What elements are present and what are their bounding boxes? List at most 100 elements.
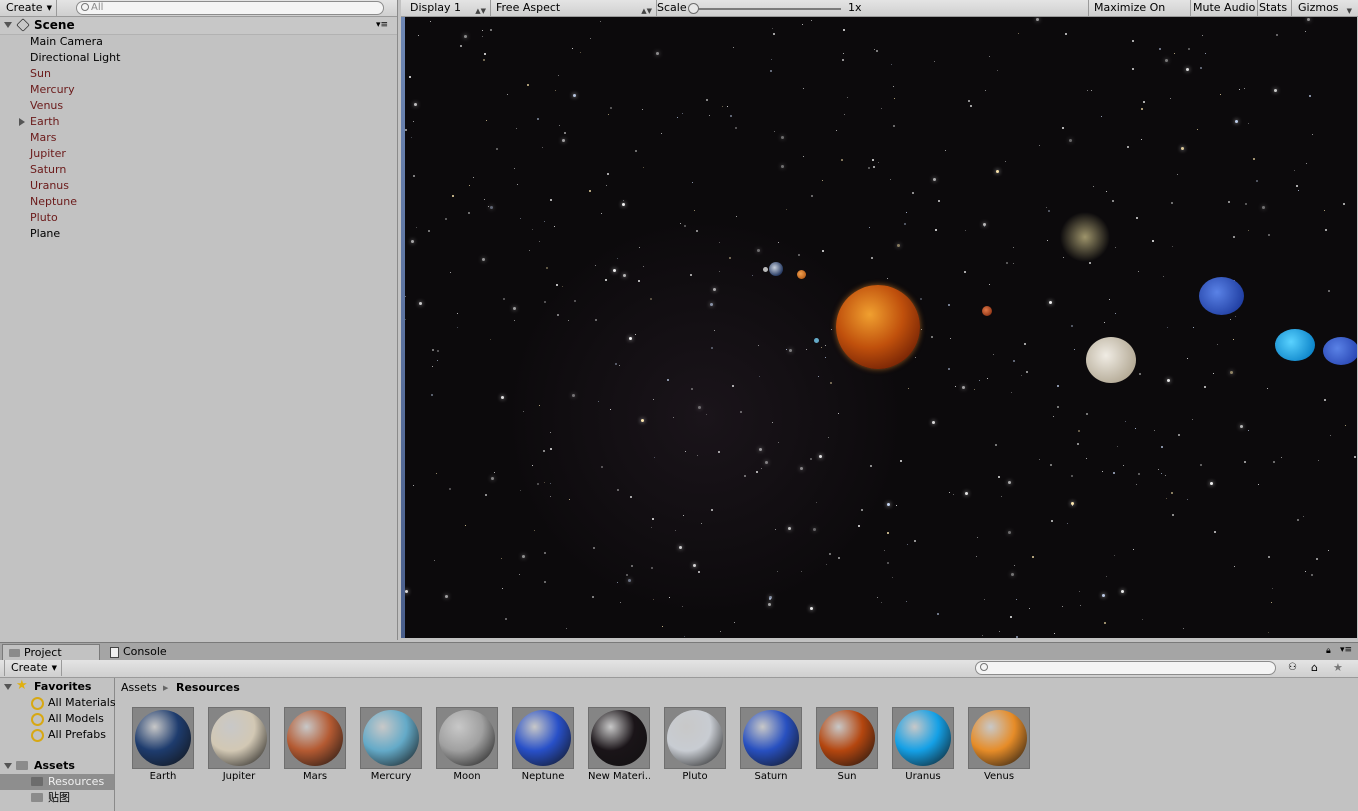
hierarchy-item-neptune[interactable]: Neptune [30,194,77,210]
star [1079,591,1080,592]
asset-tile[interactable]: Venus [968,707,1030,782]
star [1057,385,1059,387]
star [437,360,438,361]
asset-tile[interactable]: Pluto [664,707,726,782]
gizmos-dropdown[interactable]: Gizmos ▼ [1293,0,1354,16]
assets-folder[interactable]: Assets [34,758,75,774]
breadcrumb-assets[interactable]: Assets [121,680,157,696]
hierarchy-item-sun[interactable]: Sun [30,66,51,82]
star [550,496,551,497]
game-viewport[interactable] [405,17,1357,638]
asset-tile[interactable]: Mars [284,707,346,782]
hierarchy-item-uranus[interactable]: Uranus [30,178,69,194]
star [811,195,813,197]
asset-tile[interactable]: Mercury [360,707,422,782]
star [709,115,710,116]
favorite-star-icon[interactable]: ★ [1333,661,1343,674]
folder-resources[interactable]: Resources [48,774,104,790]
expand-favorites-icon[interactable] [4,684,12,690]
star [1230,319,1231,320]
breadcrumb-resources[interactable]: Resources [176,680,240,696]
display-dropdown[interactable]: Display 1 ▲▼ [405,0,491,16]
hierarchy-item-venus[interactable]: Venus [30,98,63,114]
hierarchy-item-saturn[interactable]: Saturn [30,162,66,178]
star [706,414,707,415]
favorite-all-models[interactable]: All Models [48,711,104,727]
favorite-all-prefabs[interactable]: All Prefabs [48,727,106,743]
asset-tile[interactable]: Uranus [892,707,954,782]
scale-slider-track[interactable] [691,8,841,10]
favorites-label[interactable]: Favorites [34,679,91,695]
hierarchy-item-main-camera[interactable]: Main Camera [30,34,103,50]
expand-assets-icon[interactable] [4,763,12,769]
star [600,21,601,22]
tab-project-label: Project [24,646,62,659]
hierarchy-item-directional-light[interactable]: Directional Light [30,50,120,66]
star [831,329,832,330]
star [768,603,771,606]
expand-earth-arrow-icon[interactable] [19,118,25,126]
search-by-type-icon[interactable]: ⚇ [1288,662,1297,673]
star [965,230,966,231]
star [772,422,773,423]
asset-tile[interactable]: New Materi… [588,707,650,782]
star [651,567,653,569]
project-search-input[interactable] [975,661,1276,675]
asset-tile[interactable]: Sun [816,707,878,782]
asset-tile[interactable]: Neptune [512,707,574,782]
tab-console[interactable]: Console [106,644,196,660]
hierarchy-item-jupiter[interactable]: Jupiter [30,146,66,162]
star [1117,446,1118,447]
star [692,182,693,183]
material-sphere-icon [515,710,571,766]
scene-menu-icon[interactable]: ▾≡ [376,17,388,34]
material-preview-thumbnail [892,707,954,769]
star [484,199,485,200]
star [1213,373,1214,374]
scale-slider-thumb[interactable] [688,3,699,14]
panel-menu-icon[interactable]: ▾≡ [1340,645,1352,655]
asset-tile[interactable]: Saturn [740,707,802,782]
hierarchy-item-plane[interactable]: Plane [30,226,60,242]
hierarchy-create-button[interactable]: Create ▼ [0,0,57,16]
favorite-all-materials[interactable]: All Materials [48,695,116,711]
lock-icon[interactable]: 🔒︎ [1326,646,1331,656]
star [984,599,985,600]
mute-audio-toggle[interactable]: Mute Audio [1188,0,1258,16]
scene-row[interactable]: Scene ▾≡ [0,17,397,35]
star [610,409,611,410]
tab-project[interactable]: Project [2,644,100,661]
hierarchy-item-earth[interactable]: Earth [30,114,60,130]
star [1200,67,1202,69]
hierarchy-item-mercury[interactable]: Mercury [30,82,75,98]
star [514,168,515,169]
hierarchy-item-mars[interactable]: Mars [30,130,57,146]
asset-tile[interactable]: Jupiter [208,707,270,782]
star [490,29,492,31]
project-create-button[interactable]: Create ▼ [4,660,62,676]
stats-toggle[interactable]: Stats [1254,0,1292,16]
maximize-on-play-toggle[interactable]: Maximize On Play [1088,0,1191,30]
star [656,52,659,55]
aspect-dropdown[interactable]: Free Aspect ▲▼ [491,0,657,16]
star [693,564,696,567]
star [868,167,870,169]
folder-texture[interactable]: 贴图 [48,790,70,806]
hierarchy-item-pluto[interactable]: Pluto [30,210,58,226]
asset-tile[interactable]: Earth [132,707,194,782]
star [891,64,892,65]
star [1115,247,1116,248]
star [460,45,462,47]
hierarchy-search-input[interactable]: All [76,1,384,15]
star [1214,531,1216,533]
star [1125,421,1126,422]
star [1011,392,1012,393]
star [1228,201,1230,203]
expand-arrow-icon[interactable] [4,22,12,28]
asset-tile[interactable]: Moon [436,707,498,782]
star [950,338,951,339]
star [1309,95,1311,97]
star [580,52,581,53]
material-preview-thumbnail [816,707,878,769]
search-by-label-icon[interactable]: ⌂ [1311,661,1318,674]
